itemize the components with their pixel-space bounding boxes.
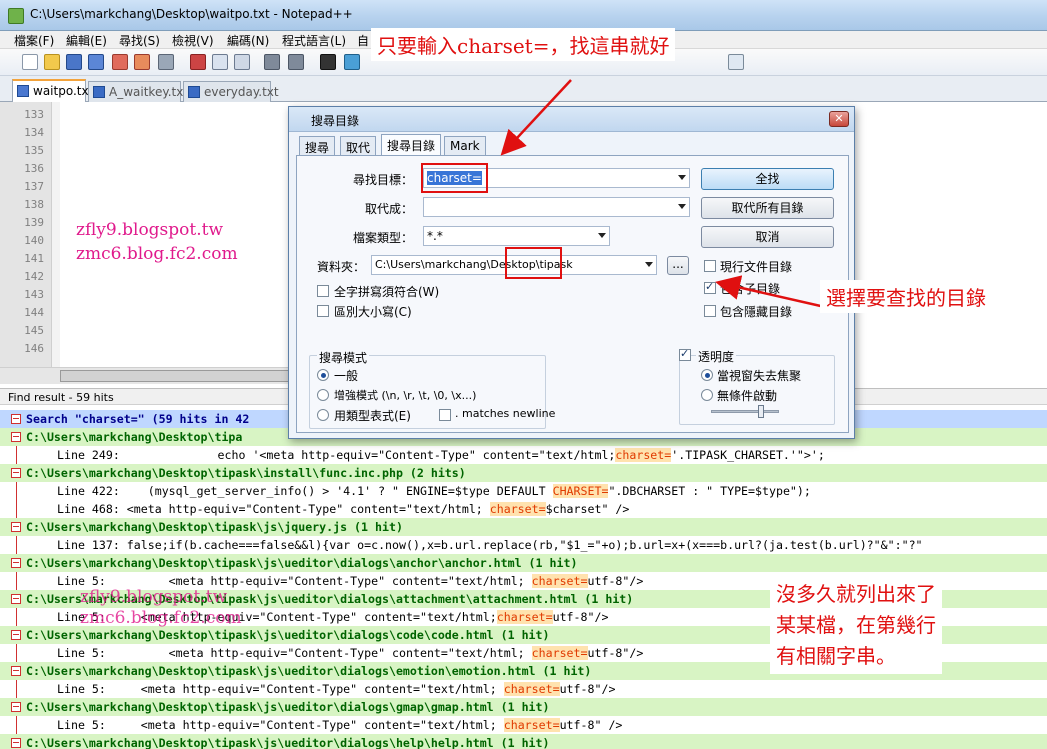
arrow-to-find-what — [500, 79, 572, 156]
arrow-to-subfolders — [715, 275, 826, 309]
callout-bottom-line1: 沒多久就列出來了 — [776, 582, 936, 606]
callout-bottom-line3: 有相關字串。 — [776, 644, 896, 668]
callout-right: 選擇要查找的目錄 — [820, 280, 992, 313]
callout-bottom-line2: 某某檔，在第幾行 — [776, 613, 936, 637]
callout-top: 只要輸入charset=，找這串就好 — [371, 28, 676, 61]
callout-bottom: 沒多久就列出來了 某某檔，在第幾行 有相關字串。 — [770, 577, 942, 674]
